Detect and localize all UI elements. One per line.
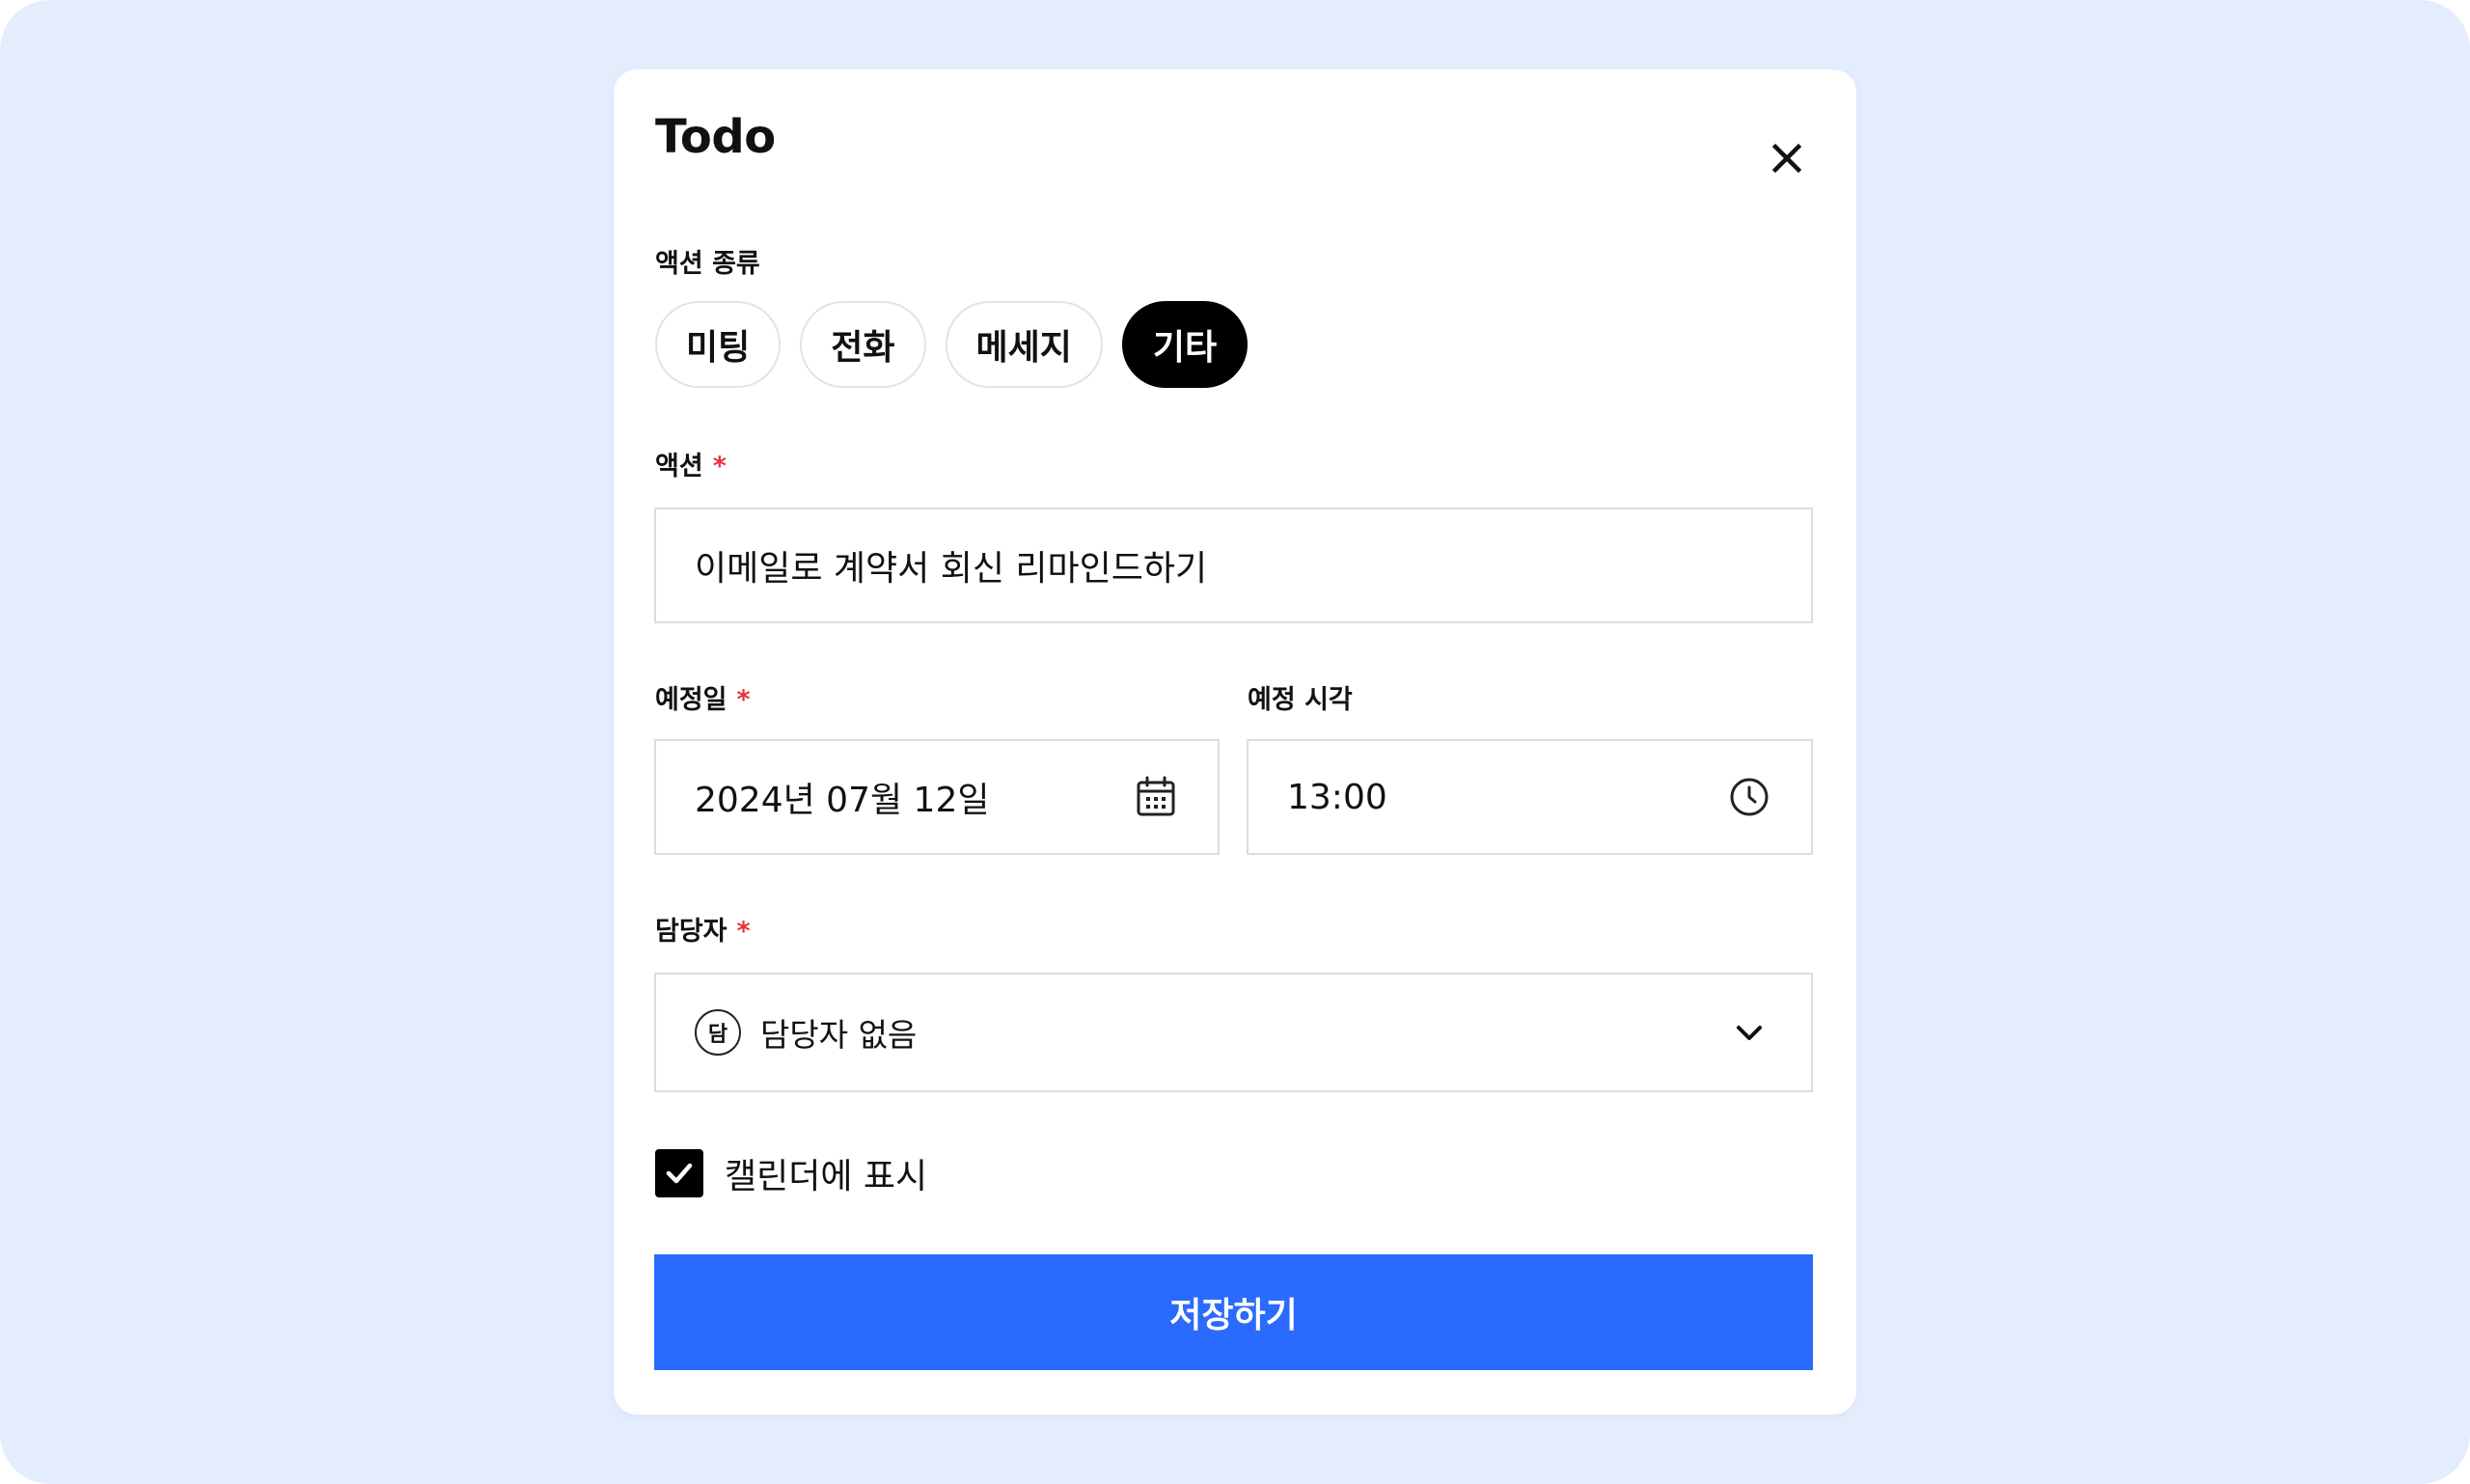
required-mark: * <box>736 685 751 715</box>
assignee-select[interactable]: 담 담당자 없음 <box>654 973 1813 1092</box>
due-time-label: 예정 시각 <box>1248 685 1353 715</box>
action-type-chips: 미팅 전화 메세지 기타 <box>655 301 1249 388</box>
chip-other[interactable]: 기타 <box>1121 301 1249 388</box>
close-button[interactable] <box>1756 127 1818 189</box>
due-date-field[interactable]: 2024년 07월 12일 <box>654 739 1220 855</box>
clock-icon[interactable] <box>1726 774 1772 820</box>
chip-meeting[interactable]: 미팅 <box>655 301 782 388</box>
due-date-label: 예정일 * <box>655 685 751 715</box>
modal-title: Todo <box>655 110 776 164</box>
close-icon <box>1771 143 1802 174</box>
assignee-avatar: 담 <box>695 1009 741 1056</box>
chip-message[interactable]: 메세지 <box>945 301 1103 388</box>
due-time-field[interactable]: 13:00 <box>1247 739 1813 855</box>
checkmark-icon <box>666 1163 693 1184</box>
action-input-value: 이메일로 계약서 회신 리마인드하기 <box>695 549 1208 589</box>
required-mark: * <box>736 917 751 947</box>
due-date-value: 2024년 07월 12일 <box>695 781 990 820</box>
show-on-calendar-label: 캘린더에 표시 <box>725 1157 928 1196</box>
action-label: 액션 * <box>655 452 727 481</box>
calendar-icon[interactable] <box>1133 774 1179 820</box>
show-on-calendar-toggle[interactable]: 캘린더에 표시 <box>655 1148 927 1198</box>
due-time-value: 13:00 <box>1287 777 1387 817</box>
save-button[interactable]: 저장하기 <box>654 1254 1813 1370</box>
chevron-down-icon[interactable] <box>1726 1009 1772 1056</box>
action-type-label: 액션 종류 <box>655 249 760 279</box>
show-on-calendar-checkbox[interactable] <box>655 1149 703 1197</box>
action-input[interactable]: 이메일로 계약서 회신 리마인드하기 <box>654 508 1813 623</box>
required-mark: * <box>712 452 727 481</box>
assignee-value: 담당자 없음 <box>760 1016 918 1054</box>
chip-call[interactable]: 전화 <box>800 301 926 388</box>
todo-modal: Todo 액션 종류 미팅 전화 메세지 기타 액션 * 이메일로 계약서 회신 … <box>614 69 1856 1415</box>
page-background: Todo 액션 종류 미팅 전화 메세지 기타 액션 * 이메일로 계약서 회신 … <box>0 0 2470 1484</box>
assignee-label: 담당자 * <box>655 917 751 947</box>
